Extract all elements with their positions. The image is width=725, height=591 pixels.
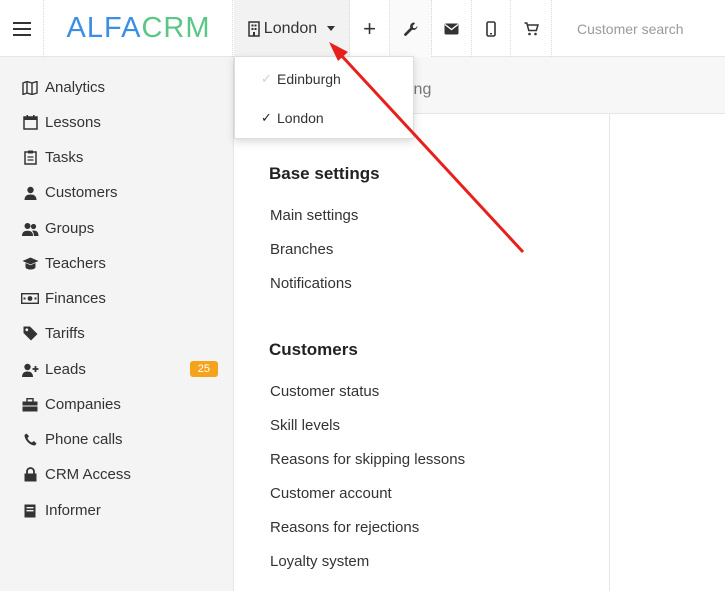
settings-panel: Base settings Main settings Branches Not… <box>235 114 610 591</box>
sidebar-item-lessons[interactable]: Lessons <box>0 105 234 140</box>
right-pane <box>611 114 725 591</box>
sidebar-item-label: Customers <box>45 184 118 201</box>
sidebar-item-companies[interactable]: Companies <box>0 387 234 422</box>
sidebar-item-label: Groups <box>45 220 95 237</box>
caret-down-icon <box>327 26 336 31</box>
hamburger-icon <box>12 20 31 38</box>
sidebar-item-groups[interactable]: Groups <box>0 211 234 246</box>
sidebar-item-label: Companies <box>45 396 121 413</box>
logo-crm: CRM <box>141 12 211 44</box>
branch-selector[interactable]: London <box>234 0 350 57</box>
sidebar-item-crm-access[interactable]: CRM Access <box>0 457 234 492</box>
wrench-icon <box>403 22 417 36</box>
sidebar-item-leads[interactable]: Leads 25 <box>0 352 234 387</box>
sidebar-item-label: Tasks <box>45 149 84 166</box>
cart-button[interactable] <box>511 0 552 57</box>
link-reasons-rejections[interactable]: Reasons for rejections <box>270 519 419 536</box>
customer-search-input[interactable] <box>577 20 717 37</box>
map-icon <box>20 80 40 95</box>
cart-icon <box>524 21 539 35</box>
logo-alfa: ALFA <box>66 12 142 44</box>
add-button[interactable]: + <box>350 0 390 57</box>
money-icon <box>20 293 40 304</box>
tag-icon <box>20 326 40 341</box>
link-reasons-skipping-lessons[interactable]: Reasons for skipping lessons <box>270 451 465 468</box>
branch-dropdown-menu: ✓ Edinburgh ✓ London <box>234 56 414 139</box>
phone-icon <box>20 433 40 446</box>
sidebar-item-label: CRM Access <box>45 466 131 483</box>
link-customer-status[interactable]: Customer status <box>270 383 379 400</box>
sidebar-item-analytics[interactable]: Analytics <box>0 70 234 105</box>
logo[interactable]: ALFA CRM <box>45 0 233 57</box>
book-icon <box>20 504 40 518</box>
sidebar-item-customers[interactable]: Customers <box>0 175 234 210</box>
envelope-icon <box>444 23 459 34</box>
calendar-icon <box>20 115 40 130</box>
branch-option-label: Edinburgh <box>277 71 341 87</box>
branch-label: London <box>263 19 318 37</box>
settings-button[interactable] <box>390 0 432 57</box>
link-skill-levels[interactable]: Skill levels <box>270 417 340 434</box>
customer-search[interactable] <box>552 0 725 57</box>
sidebar: Analytics Lessons Tasks Customers Groups… <box>0 57 234 591</box>
sidebar-item-label: Tariffs <box>45 325 85 342</box>
sidebar-item-informer[interactable]: Informer <box>0 493 234 528</box>
sidebar-item-tariffs[interactable]: Tariffs <box>0 316 234 351</box>
sidebar-item-label: Lessons <box>45 114 101 131</box>
mobile-button[interactable] <box>472 0 511 57</box>
sidebar-item-label: Leads <box>45 361 86 378</box>
check-icon: ✓ <box>261 71 272 86</box>
branch-option-london[interactable]: ✓ London <box>235 99 413 137</box>
link-loyalty-system[interactable]: Loyalty system <box>270 553 369 570</box>
user-icon <box>20 186 40 200</box>
link-customer-account[interactable]: Customer account <box>270 485 392 502</box>
branch-option-label: London <box>277 110 324 126</box>
sidebar-item-label: Finances <box>45 290 106 307</box>
sidebar-item-finances[interactable]: Finances <box>0 281 234 316</box>
sidebar-item-label: Informer <box>45 502 101 519</box>
plus-icon: + <box>363 15 376 41</box>
clipboard-icon <box>20 150 40 165</box>
sidebar-item-label: Teachers <box>45 255 106 272</box>
building-icon <box>248 20 260 37</box>
briefcase-icon <box>20 397 40 412</box>
mobile-phone-icon <box>486 20 496 37</box>
graduation-cap-icon <box>20 257 40 270</box>
link-main-settings[interactable]: Main settings <box>270 207 358 224</box>
link-branches[interactable]: Branches <box>270 241 333 258</box>
users-icon <box>20 222 40 236</box>
lock-icon <box>20 467 40 482</box>
link-notifications[interactable]: Notifications <box>270 275 352 292</box>
menu-toggle-button[interactable] <box>0 0 44 57</box>
top-bar: ALFA CRM London + <box>0 0 725 57</box>
section-title-customers: Customers <box>269 340 358 359</box>
section-title-base-settings: Base settings <box>269 164 380 183</box>
sidebar-item-label: Analytics <box>45 79 106 96</box>
sidebar-item-label: Phone calls <box>45 431 123 448</box>
leads-count-badge: 25 <box>189 361 218 377</box>
sidebar-item-teachers[interactable]: Teachers <box>0 246 234 281</box>
messages-button[interactable] <box>432 0 472 57</box>
sidebar-item-phone-calls[interactable]: Phone calls <box>0 422 234 457</box>
branch-option-edinburgh[interactable]: ✓ Edinburgh <box>235 60 413 98</box>
check-icon: ✓ <box>261 110 272 125</box>
sidebar-item-tasks[interactable]: Tasks <box>0 140 234 175</box>
user-plus-icon <box>20 363 40 377</box>
